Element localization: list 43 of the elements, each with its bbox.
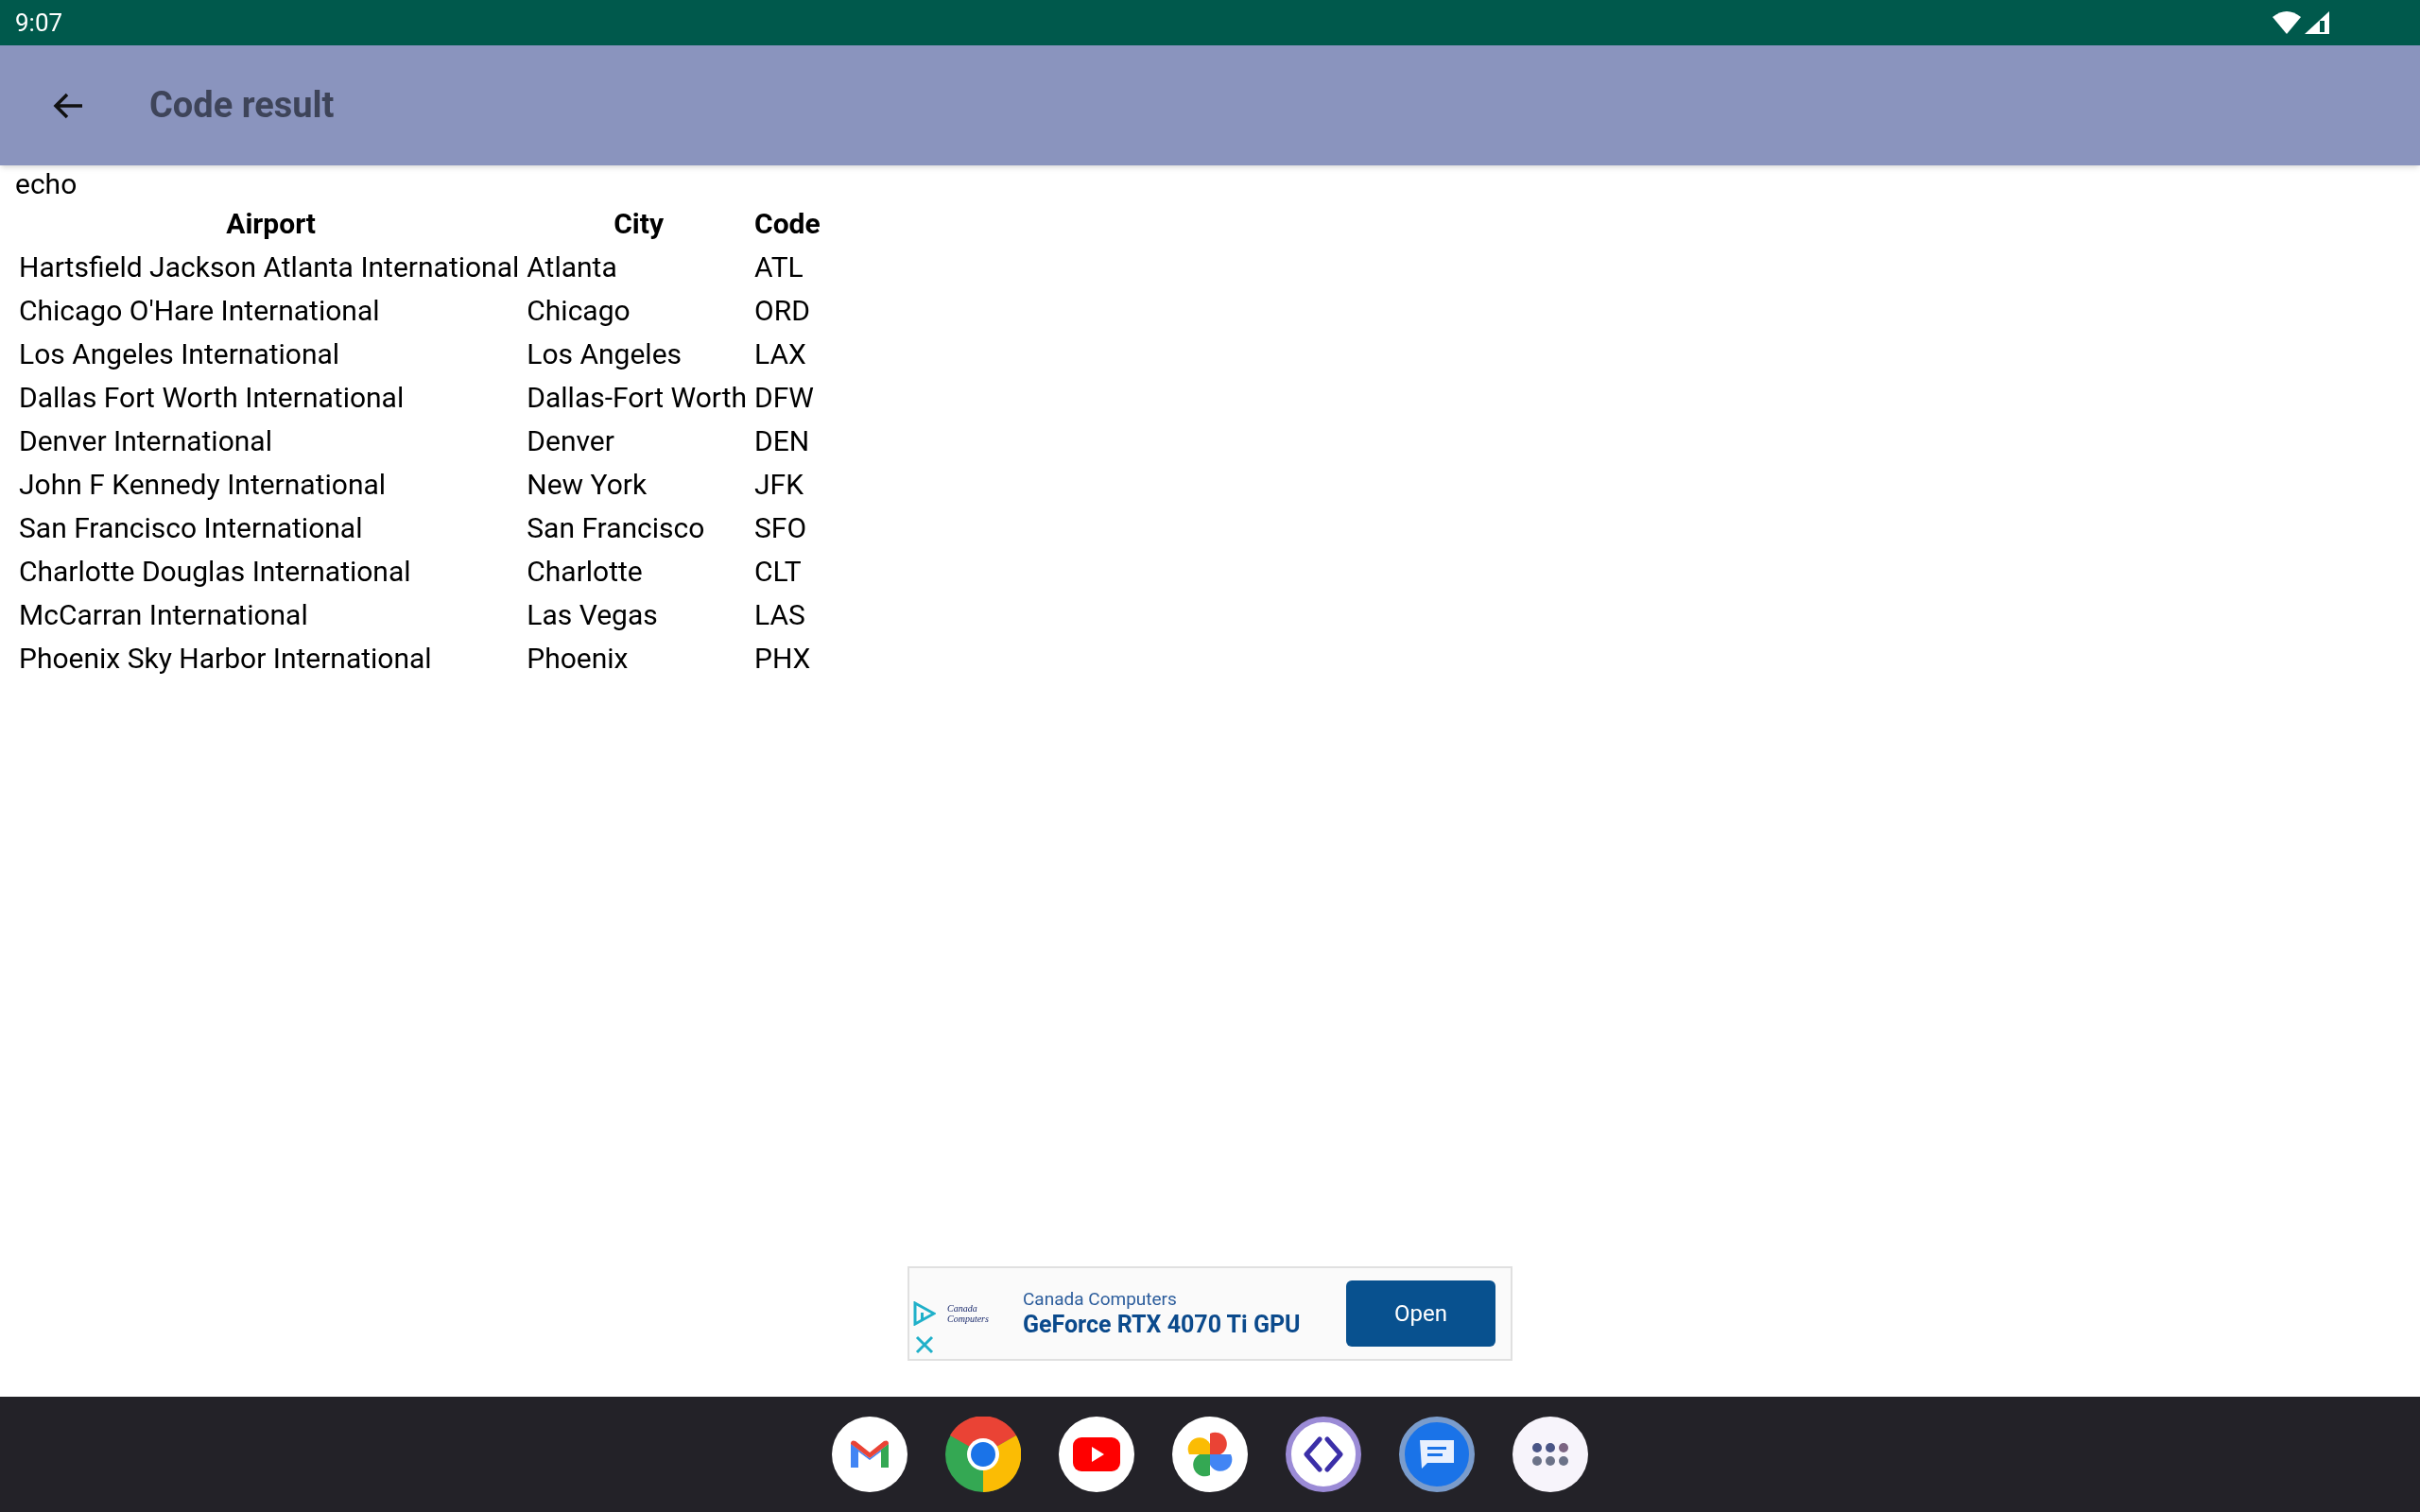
column-header: Code	[753, 205, 821, 242]
table-cell-text: San Francisco	[526, 509, 706, 546]
table-cell-text: DFW	[753, 379, 815, 416]
column-header: City	[613, 205, 666, 242]
table-cell-text: Dallas Fort Worth International	[18, 379, 406, 416]
advertiser-logo: Canada Computers	[947, 1303, 990, 1324]
table-cell-text: San Francisco International	[18, 509, 364, 546]
table-cell-text: JFK	[753, 466, 804, 503]
table-cell-text: Denver International	[18, 422, 273, 459]
wifi-icon	[2273, 11, 2301, 34]
table-cell-text: Denver	[526, 422, 615, 459]
status-time: 9:07	[15, 7, 63, 39]
table-cell-text: Phoenix Sky Harbor International	[18, 640, 433, 677]
table-cell-text: LAS	[753, 596, 806, 633]
table-cell-text: CLT	[753, 553, 803, 590]
table-cell-text: Charlotte	[526, 553, 644, 590]
table-cell-text: Chicago	[526, 292, 631, 329]
table-cell-text: Dallas-Fort Worth	[526, 379, 748, 416]
table-cell-text: Phoenix	[526, 640, 630, 677]
table-cell-text: Atlanta	[526, 249, 618, 285]
table-cell-text: Charlotte Douglas International	[18, 553, 412, 590]
table-cell-text: PHX	[753, 640, 812, 677]
open-button[interactable]: Open	[1346, 1280, 1495, 1347]
table-cell-text: Los Angeles International	[18, 335, 341, 372]
column-header: Airport	[225, 205, 317, 242]
table-cell-text: Hartsfield Jackson Atlanta International	[18, 249, 521, 285]
table-cell-text: LAX	[753, 335, 807, 372]
app-bar-title: Code result	[149, 83, 335, 128]
round-browser-icon[interactable]	[945, 1417, 1021, 1492]
table-cell-text: ORD	[753, 292, 811, 329]
output-label: echo	[15, 167, 78, 201]
table-cell-text: Los Angeles	[526, 335, 683, 372]
advertiser-name: Canada Computers	[1023, 1288, 1178, 1311]
table-cell-text: DEN	[753, 422, 811, 459]
table-cell-text: John F Kennedy International	[18, 466, 388, 503]
table-cell-text: SFO	[753, 509, 808, 546]
table-cell-text: ATL	[753, 249, 804, 285]
ad-headline: GeForce RTX 4070 Ti GPU	[1023, 1311, 1301, 1339]
table-cell-text: Chicago O'Hare International	[18, 292, 381, 329]
table-cell-text: Las Vegas	[526, 596, 659, 633]
signal-icon	[2305, 11, 2329, 34]
table-cell-text: New York	[526, 466, 648, 503]
table-cell-text: McCarran International	[18, 596, 309, 633]
